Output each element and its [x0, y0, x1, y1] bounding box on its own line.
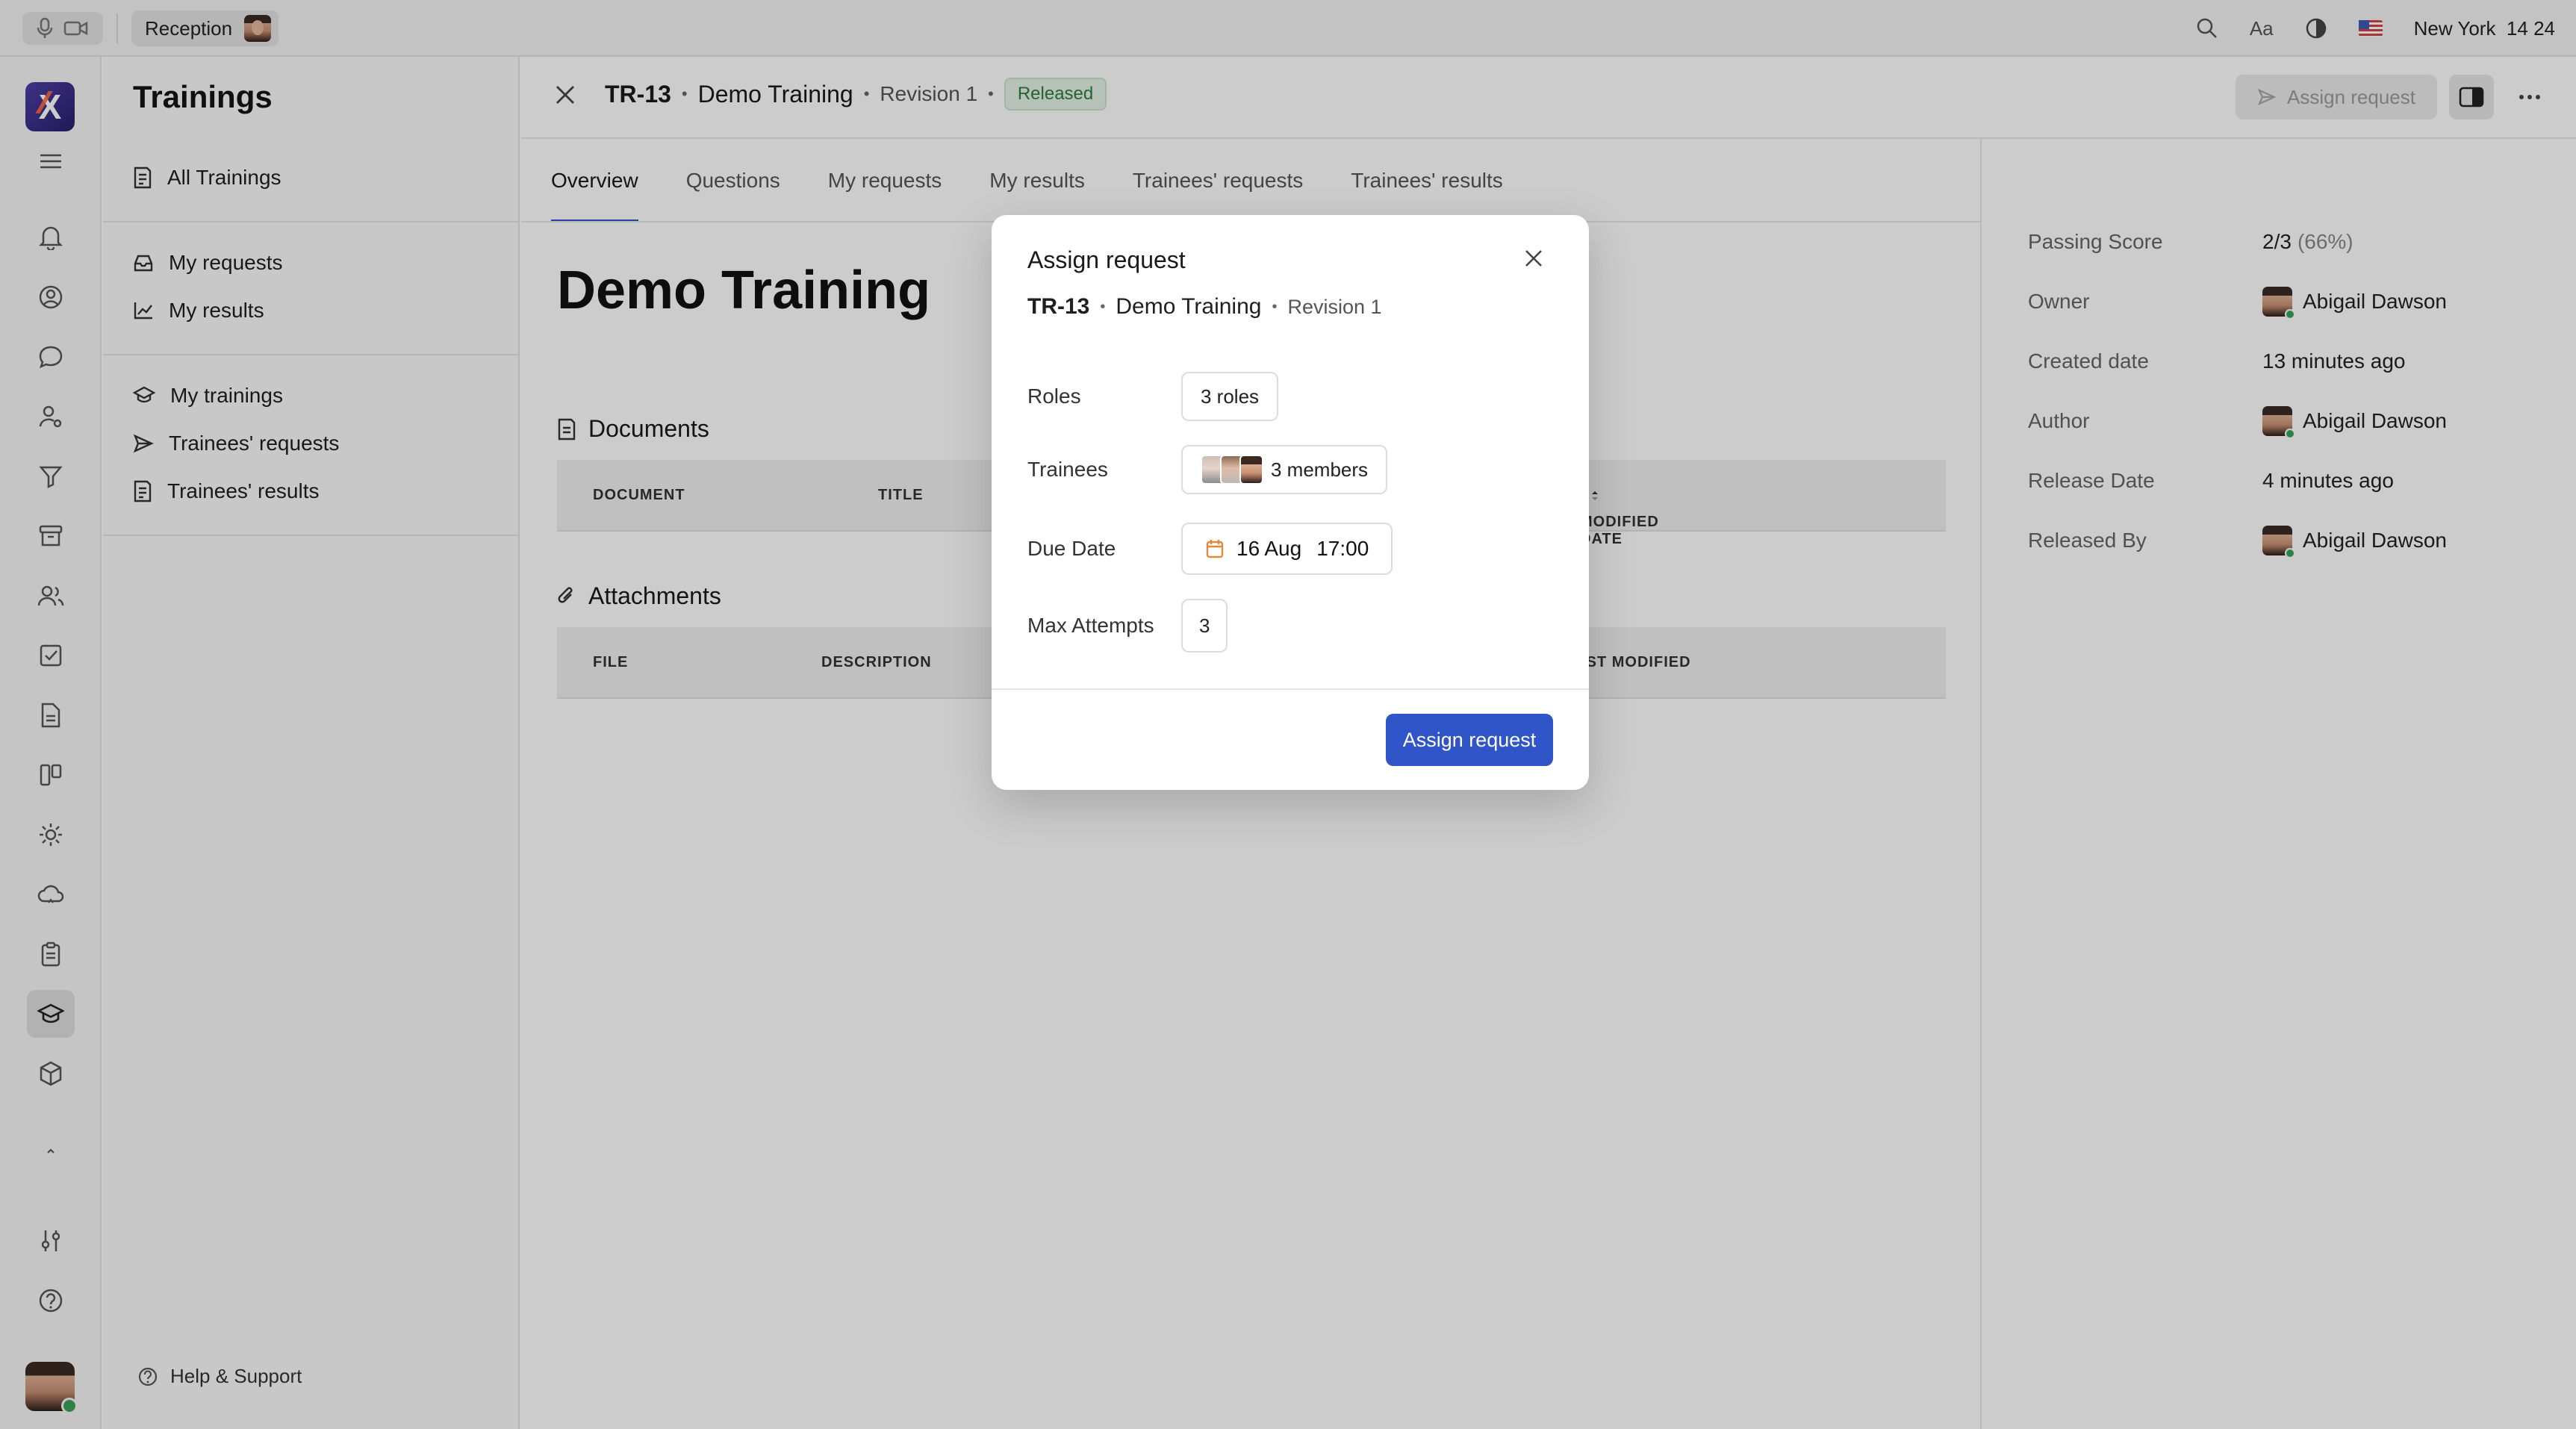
avatar-stack — [1201, 455, 1263, 485]
trainees-row: Trainees 3 members — [1027, 445, 1388, 494]
training-name: Demo Training — [1116, 294, 1262, 319]
revision-label: Revision 1 — [1287, 295, 1382, 318]
assign-request-dialog: Assign request TR-13 • Demo Training • R… — [992, 215, 1589, 790]
roles-value: 3 roles — [1201, 385, 1260, 408]
separator-dot: • — [1100, 298, 1106, 315]
max-attempts-input[interactable]: 3 — [1181, 599, 1228, 653]
due-date-picker[interactable]: 16 Aug 17:00 — [1181, 523, 1393, 575]
roles-selector[interactable]: 3 roles — [1181, 372, 1279, 421]
field-label: Roles — [1027, 385, 1081, 408]
max-attempts-row: Max Attempts 3 — [1027, 599, 1228, 653]
field-label: Trainees — [1027, 458, 1108, 481]
field-label: Due Date — [1027, 537, 1116, 560]
divider — [992, 688, 1589, 690]
avatar — [1239, 455, 1263, 485]
due-time: 17:00 — [1316, 537, 1369, 560]
assign-request-submit-button[interactable]: Assign request — [1386, 714, 1553, 766]
trainees-selector[interactable]: 3 members — [1181, 445, 1388, 494]
due-day: 16 Aug — [1236, 537, 1302, 560]
separator-dot: • — [1272, 298, 1278, 315]
trainees-value: 3 members — [1271, 458, 1369, 481]
dialog-title: Assign request — [1027, 246, 1186, 273]
roles-row: Roles 3 roles — [1027, 372, 1279, 421]
training-id: TR-13 — [1027, 294, 1090, 319]
due-date-row: Due Date 16 Aug 17:00 — [1027, 523, 1393, 575]
calendar-icon — [1206, 540, 1224, 558]
dialog-breadcrumb: TR-13 • Demo Training • Revision 1 — [1027, 294, 1382, 320]
close-icon[interactable] — [1520, 245, 1547, 272]
field-label: Max Attempts — [1027, 614, 1154, 637]
max-attempts-value: 3 — [1199, 614, 1210, 637]
